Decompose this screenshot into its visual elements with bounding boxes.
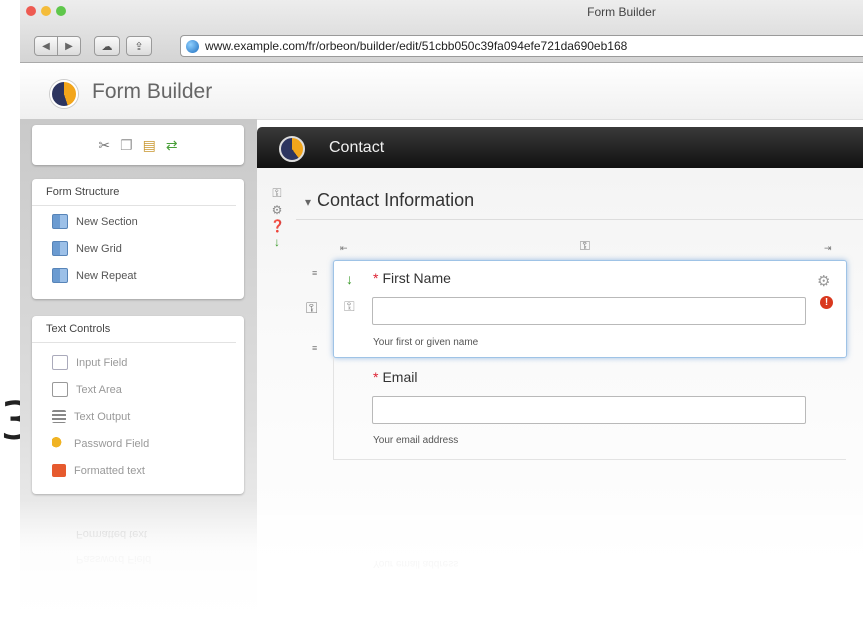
error-icon[interactable]: ! [820,296,833,309]
gear-icon[interactable]: ⚙ [270,203,284,217]
nav-buttons: ◀ ▶ [34,36,81,56]
undo-icon[interactable]: ⇄ [166,137,178,154]
formatted-text-label: Formatted text [74,464,145,477]
share-button[interactable]: ⇪ [126,36,152,56]
new-repeat-item[interactable]: New Repeat [32,262,244,289]
text-area-icon [52,382,68,397]
new-grid-label: New Grid [76,242,122,255]
chevron-right-icon: ▶ [65,40,73,52]
help-icon[interactable]: ❓ [270,219,285,233]
cell-settings-gear-icon[interactable]: ⚙ [817,272,830,290]
grid-lock-icon[interactable]: ⚿ [580,238,590,254]
new-section-label: New Section [76,215,138,228]
text-area-label: Text Area [76,383,122,396]
first-name-label-text: First Name [382,270,451,286]
required-asterisk: * [373,369,379,385]
email-hint[interactable]: Your email address [373,435,458,446]
form-logo-icon [279,136,305,162]
form-structure-panel: Form Structure New Section New Grid New … [32,179,244,299]
text-output-label: Text Output [74,410,131,423]
input-field-icon [52,355,68,370]
text-output-icon [52,410,66,423]
section-tools: ⚿ ⚙ ❓ ↓ [270,186,285,249]
first-name-input[interactable] [372,297,806,325]
email-label[interactable]: * Email [373,369,417,385]
form-title[interactable]: Contact [329,139,384,157]
reflection-formatted-text: Formatted text [76,528,147,540]
insert-col-right-icon[interactable]: ⇥ [824,243,832,254]
password-field-label: Password Field [74,437,150,450]
share-icon: ⇪ [134,40,144,53]
window-title: Form Builder [587,5,656,19]
section-divider [296,219,863,220]
paste-icon[interactable]: ▤ [143,137,156,154]
first-name-label[interactable]: * First Name [373,270,451,286]
collapse-chevron-icon[interactable]: ▾ [305,195,311,209]
email-label-text: Email [382,369,418,385]
new-section-icon [52,214,68,229]
section-title: Contact Information [317,190,475,210]
copy-icon[interactable]: ❐ [120,137,133,154]
insert-col-left-icon[interactable]: ⇤ [340,243,348,254]
icloud-button[interactable]: ☁ [94,36,120,56]
move-down-icon[interactable]: ↓ [270,235,284,249]
reflection-email-hint: Your email address [373,558,459,569]
app-header: Form Builder [20,63,863,120]
new-repeat-label: New Repeat [76,269,137,282]
globe-icon [186,39,199,53]
url-text: www.example.com/fr/orbeon/builder/edit/5… [205,39,628,53]
move-arrow-icon[interactable]: ↓ [346,271,353,287]
html5-icon [52,464,66,477]
forward-button[interactable]: ▶ [58,36,81,56]
app-title: Form Builder [92,80,213,103]
browser-toolbar: Form Builder ◀ ▶ ☁ ⇪ www.example.com/fr/… [20,0,863,63]
required-asterisk: * [373,270,379,286]
orbeon-logo-icon [50,80,78,108]
key-icon [52,437,66,450]
new-repeat-icon [52,268,68,283]
first-name-hint[interactable]: Your first or given name [373,337,478,348]
new-section-item[interactable]: New Section [32,208,244,235]
password-field-item[interactable]: Password Field [32,430,244,457]
chevron-left-icon: ◀ [42,40,50,52]
text-controls-title: Text Controls [32,316,236,343]
email-input[interactable] [372,396,806,424]
input-field-label: Input Field [76,356,128,369]
back-button[interactable]: ◀ [34,36,58,56]
text-output-item[interactable]: Text Output [32,403,244,430]
insert-row-above-icon[interactable]: ≡ [312,268,317,278]
cell-lock-icon[interactable]: ⚿ [344,298,355,315]
new-grid-icon [52,241,68,256]
lock-icon[interactable]: ⚿ [270,186,284,201]
form-structure-title: Form Structure [32,179,236,206]
cloud-icon: ☁ [101,40,113,53]
formatted-text-item[interactable]: Formatted text [32,457,244,484]
input-field-item[interactable]: Input Field [32,349,244,376]
insert-row-below-icon[interactable]: ≡ [312,343,317,353]
text-controls-panel: Text Controls Input Field Text Area Text… [32,316,244,494]
clipboard-toolbar: ✂ ❐ ▤ ⇄ [32,125,244,165]
text-area-item[interactable]: Text Area [32,376,244,403]
cut-icon[interactable]: ✂ [98,137,110,154]
new-grid-item[interactable]: New Grid [32,235,244,262]
row-lock-icon[interactable]: ⚿ [306,300,317,317]
form-header: Contact [257,127,863,168]
section-header[interactable]: ▾ Contact Information [305,190,474,211]
address-bar[interactable]: www.example.com/fr/orbeon/builder/edit/5… [180,35,863,57]
reflection-password-field: Password Field [76,553,152,565]
